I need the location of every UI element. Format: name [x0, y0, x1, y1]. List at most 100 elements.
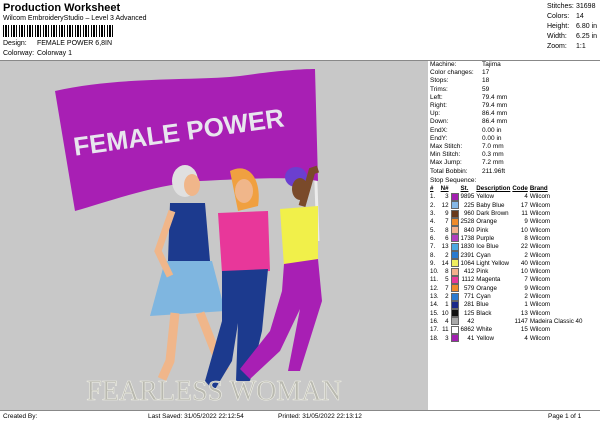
swatch-square: [450, 217, 459, 226]
thread-code: 7: [524, 276, 528, 284]
thread-brand: Wilcom: [529, 259, 551, 267]
stitch-count: 1738: [460, 234, 475, 242]
color-swatch: [450, 217, 461, 226]
stop-sequence-label: Stop Sequence:: [430, 176, 477, 184]
thread-description: Yellow: [476, 334, 494, 342]
seq-index: 5.: [430, 226, 436, 234]
needle-number: 3: [445, 193, 449, 201]
needle-number: 1: [445, 301, 449, 309]
stitch-count: 42: [467, 317, 475, 325]
needle-number: 5: [445, 276, 449, 284]
col-brand: Brand: [529, 185, 548, 193]
design-row: Design: FEMALE POWER 6,8IN: [3, 40, 112, 47]
machine-value: 0.00 in: [482, 126, 502, 134]
stitch-count: 281: [463, 301, 475, 309]
machine-key: Max Jump:: [430, 159, 462, 167]
printed-date: Printed: 31/05/2022 22:13:12: [278, 413, 362, 420]
swatch-square: [450, 267, 459, 276]
needle-number: 2: [445, 293, 449, 301]
software-name: Wilcom EmbroideryStudio – Level 3 Advanc…: [3, 15, 147, 22]
machine-value: 211.96ft: [482, 167, 506, 175]
height-value: 6.80 in: [576, 23, 598, 30]
color-swatch: [450, 334, 461, 343]
machine-row: Total Bobbin: 211.96ft: [430, 168, 600, 176]
stitch-count: 1064: [460, 259, 475, 267]
zoom-value: 1:1: [576, 43, 586, 50]
thread-brand: Wilcom: [529, 218, 551, 226]
color-swatch: [450, 209, 461, 218]
worksheet-footer: Created By: Last Saved: 31/05/2022 22:12…: [0, 411, 600, 424]
bottom-slogan: FEARLESS WOMAN: [86, 376, 341, 407]
seq-index: 15.: [430, 309, 439, 317]
thread-brand: Wilcom: [529, 226, 551, 234]
needle-number: 8: [445, 226, 449, 234]
swatch-square: [450, 234, 459, 243]
machine-value: 79.4 mm: [482, 93, 508, 101]
thread-description: Pink: [476, 268, 489, 276]
machine-row: Right: 79.4 mm: [430, 102, 600, 110]
col-swatch: [451, 185, 461, 193]
stitch-count: 960: [463, 210, 475, 218]
thread-brand: Wilcom: [529, 334, 551, 342]
table-row: 3. 9 960 Dark Brown 11 Wilcom: [430, 209, 584, 218]
thread-code: 15: [520, 326, 528, 334]
thread-brand: Wilcom: [529, 284, 551, 292]
machine-key: EndY:: [430, 134, 448, 142]
table-row: 18. 3 41 Yellow 4 Wilcom: [430, 334, 584, 343]
machine-key: Min Stitch:: [430, 151, 461, 159]
worksheet-header: Production Worksheet Wilcom EmbroiderySt…: [0, 0, 600, 60]
stitch-count: 2528: [460, 218, 475, 226]
thread-brand: Wilcom: [529, 251, 551, 259]
needle-number: 9: [445, 210, 449, 218]
col-needle: N#: [440, 185, 449, 193]
machine-value: 7.0 mm: [482, 143, 504, 151]
swatch-square: [450, 209, 459, 218]
thread-code: 11: [521, 210, 528, 218]
width-value: 6.25 in: [576, 33, 598, 40]
table-row: 17. 11 6862 White 15 Wilcom: [430, 325, 584, 334]
machine-value: 79.4 mm: [482, 102, 508, 110]
swatch-square: [450, 292, 459, 301]
seq-index: 12.: [430, 284, 439, 292]
colors-value: 14: [576, 13, 584, 20]
stitch-count: 6862: [460, 326, 475, 334]
machine-key: Trims:: [430, 85, 448, 93]
thread-code: 17: [520, 201, 528, 209]
seq-index: 4.: [430, 218, 436, 226]
machine-key: Machine:: [430, 61, 457, 68]
stitch-count: 412: [463, 268, 475, 276]
stitches-label: Stitches:: [547, 3, 574, 10]
thread-description: Ice Blue: [476, 243, 499, 251]
col-code: Code: [512, 185, 528, 193]
table-row: 16. 4 42 1147 Madeira Classic 40: [430, 317, 584, 326]
design-label: Design:: [3, 40, 27, 47]
machine-row: EndY: 0.00 in: [430, 135, 600, 143]
color-swatch: [450, 226, 461, 235]
swatch-square: [450, 334, 459, 343]
created-by: Created By:: [3, 413, 38, 420]
machine-row: Down: 86.4 mm: [430, 118, 600, 126]
machine-row: Up: 86.4 mm: [430, 110, 600, 118]
thread-code: 9: [524, 218, 528, 226]
thread-description: Pink: [476, 226, 489, 234]
embroidery-artwork: FEMALE POWER FEARLESS WOMAN: [55, 69, 342, 407]
thread-description: [476, 317, 512, 325]
table-row: 13. 2 771 Cyan 2 Wilcom: [430, 292, 584, 301]
swatch-square: [450, 251, 459, 260]
needle-number: 14: [441, 259, 449, 267]
stitch-count: 2391: [460, 251, 475, 259]
machine-value: 0.3 mm: [482, 151, 504, 159]
machine-info-panel: Machine: Tajima Color changes: 17 Stops: 18 Tr…: [430, 61, 600, 410]
stitch-count: 771: [463, 293, 475, 301]
width-label: Width:: [547, 33, 567, 40]
seq-index: 2.: [430, 201, 436, 209]
seq-index: 1.: [430, 193, 436, 201]
machine-row: Left: 79.4 mm: [430, 94, 600, 102]
machine-key: Color changes:: [430, 69, 474, 77]
machine-details: Machine: Tajima Color changes: 17 Stops: 18 Tr…: [430, 61, 600, 176]
machine-value: 0.00 in: [482, 134, 502, 142]
col-description: Description: [476, 185, 511, 193]
thread-description: Magenta: [476, 276, 501, 284]
needle-number: 6: [445, 234, 449, 242]
machine-value: 18: [482, 77, 490, 85]
